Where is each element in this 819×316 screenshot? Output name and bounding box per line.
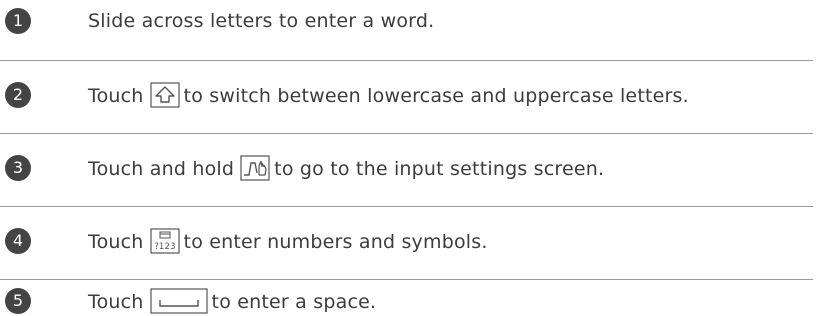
- space-key-icon: [149, 288, 208, 314]
- divider: [0, 133, 813, 134]
- swipe-gesture-key-icon: [240, 155, 270, 181]
- svg-text:?123: ?123: [154, 242, 176, 252]
- step-number-badge: 1: [5, 8, 31, 34]
- divider: [0, 279, 813, 280]
- list-item: 1 Slide across letters to enter a word.: [0, 6, 819, 36]
- step-text: Touch and hold to go to the input setting…: [88, 155, 604, 182]
- symbols-key-icon: ?123: [149, 228, 180, 254]
- list-item: 5 Touch to enter a space.: [0, 286, 819, 316]
- shift-key-icon: [149, 82, 180, 108]
- step-number-badge: 3: [5, 155, 31, 181]
- step-number-badge: 4: [5, 228, 31, 254]
- divider: [0, 60, 813, 61]
- list-item: 2 Touch to switch between lowercase and u…: [0, 80, 819, 110]
- instruction-list: 1 Slide across letters to enter a word. …: [0, 0, 819, 314]
- step-text: Touch to switch between lowercase and upp…: [88, 82, 689, 109]
- step-number-badge: 5: [5, 288, 31, 314]
- list-item: 3 Touch and hold to go to the input setti…: [0, 153, 819, 183]
- list-item: 4 Touch ?123 to enter numbers and symbols.: [0, 226, 819, 256]
- step-text: Touch to enter a space.: [88, 288, 376, 315]
- divider: [0, 206, 813, 207]
- step-text: Slide across letters to enter a word.: [88, 10, 435, 32]
- step-number-badge: 2: [5, 82, 31, 108]
- step-text: Touch ?123 to enter numbers and symbols.: [88, 228, 488, 255]
